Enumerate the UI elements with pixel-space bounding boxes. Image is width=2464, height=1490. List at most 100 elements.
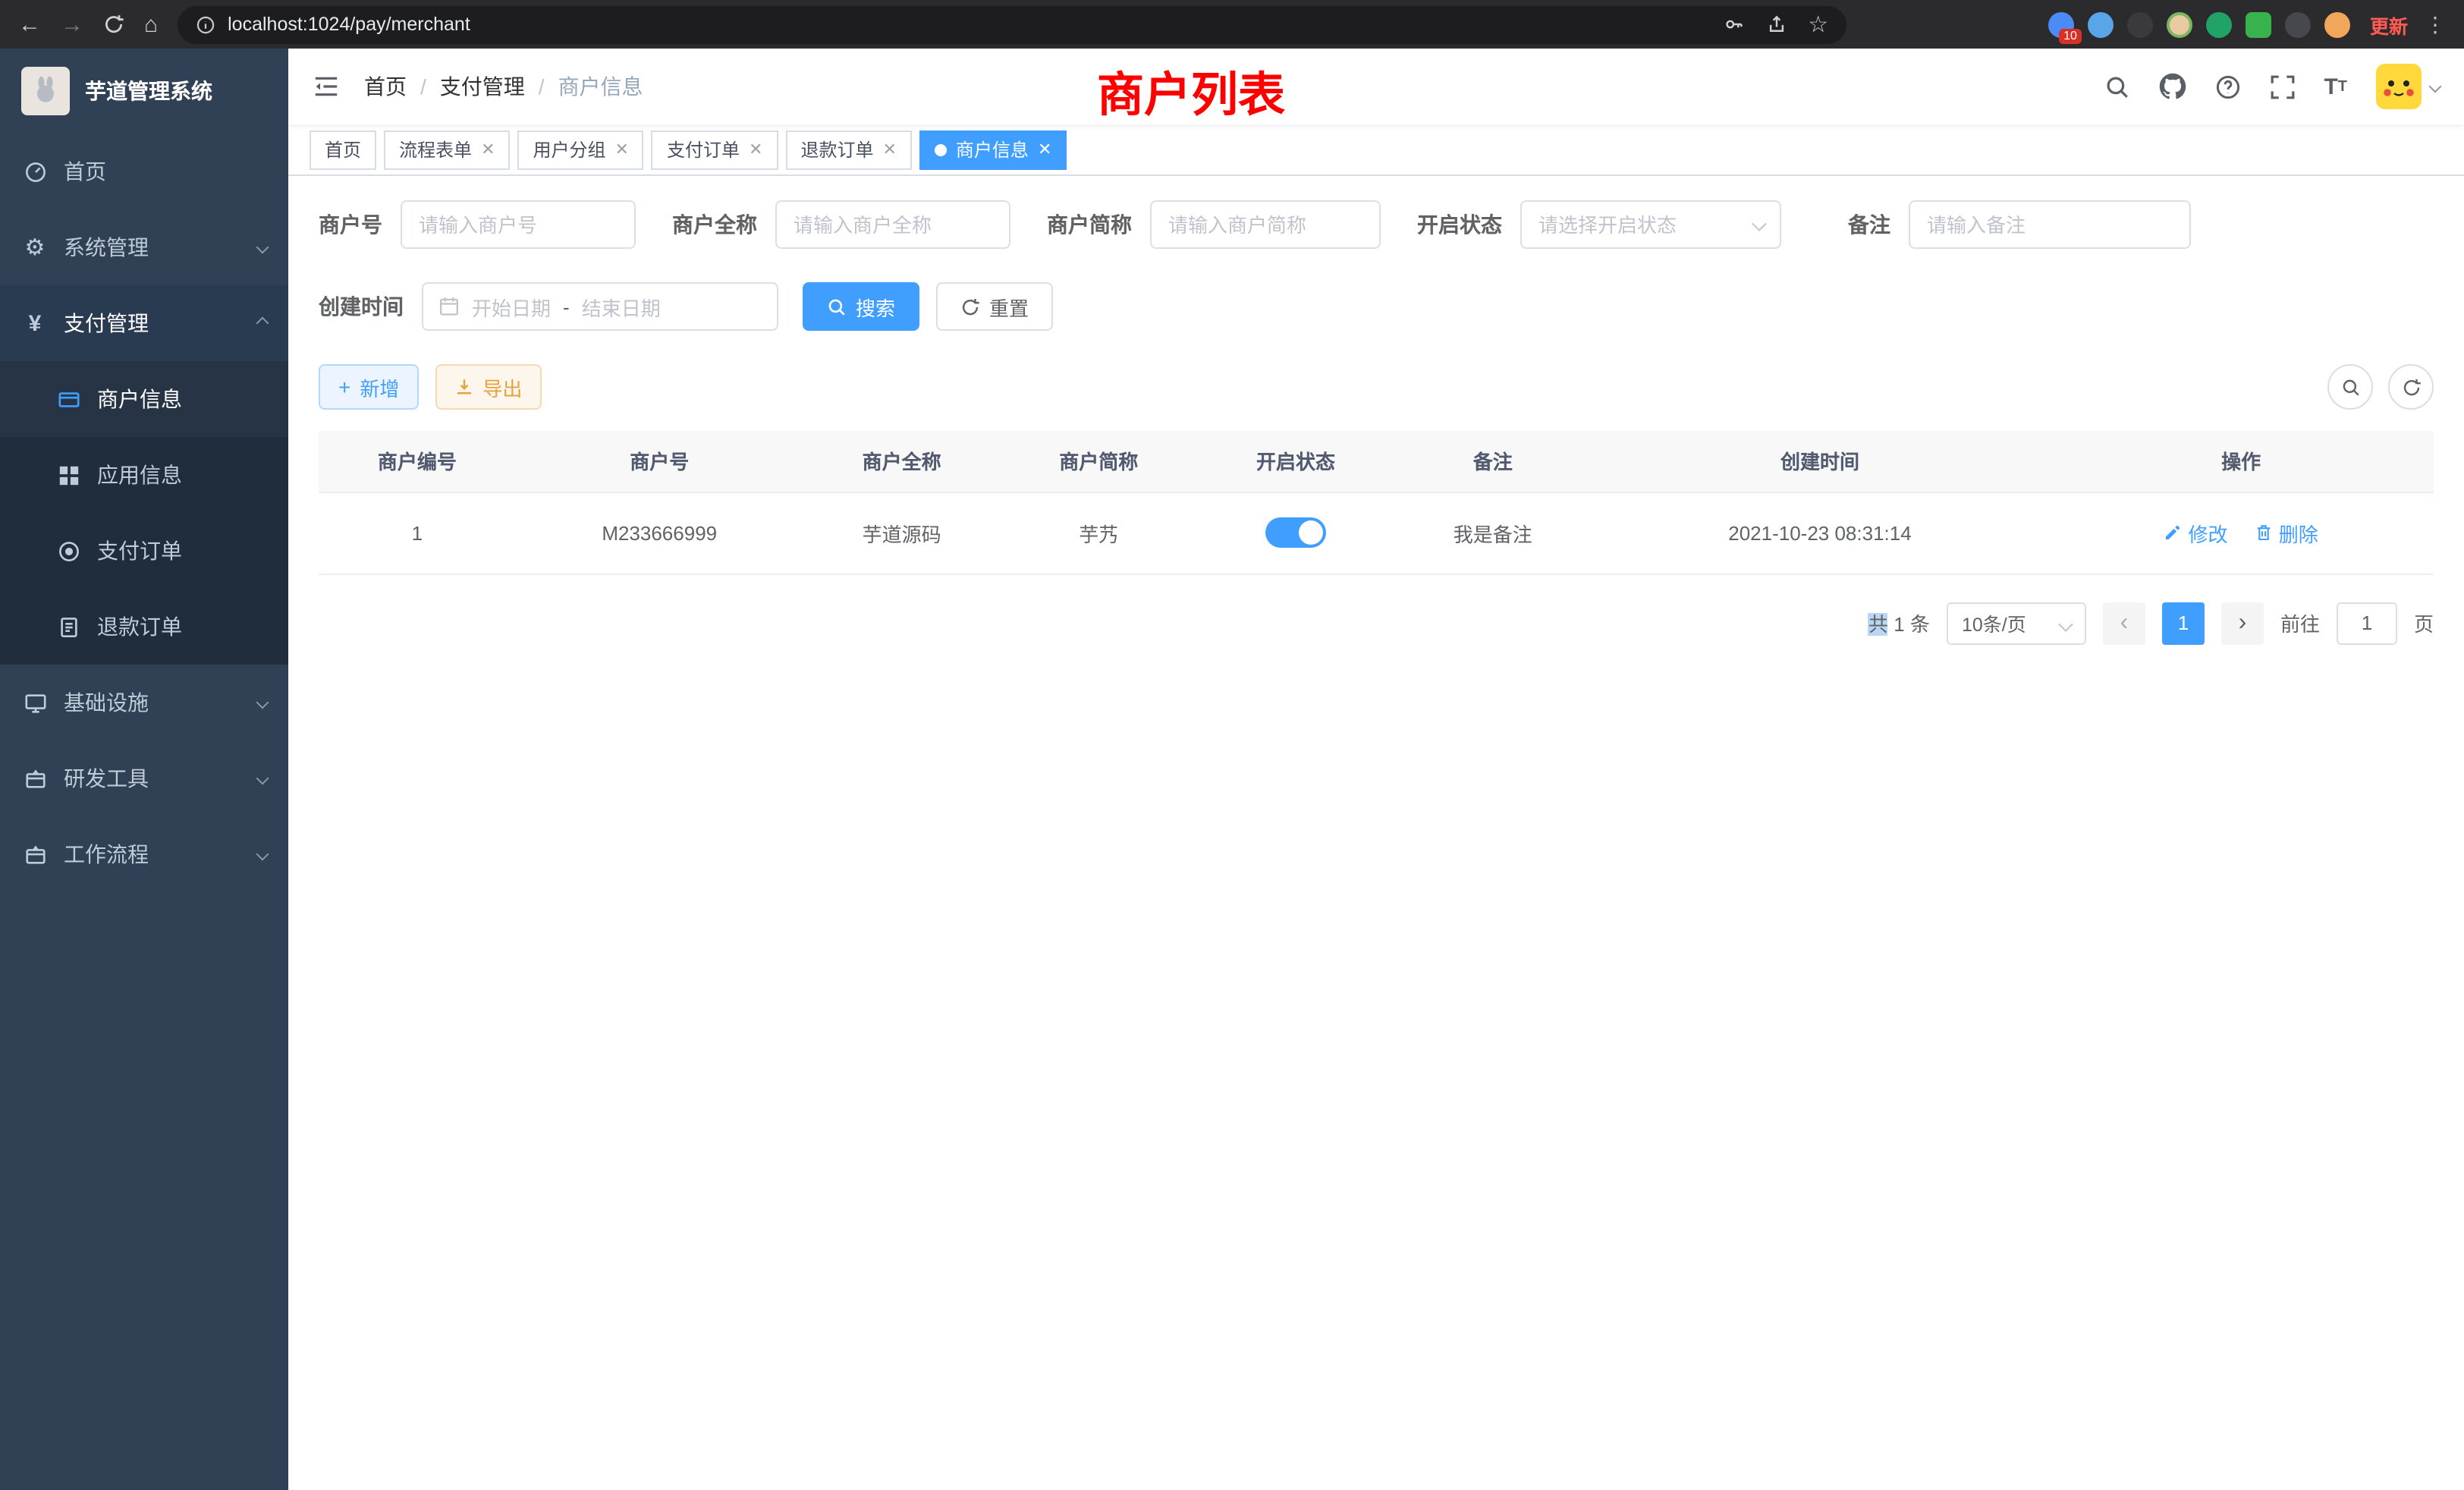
tag-user-group[interactable]: 用户分组 ✕ — [518, 130, 644, 169]
prev-page-button[interactable]: ‹ — [2103, 602, 2145, 644]
app-logo-row[interactable]: 芋道管理系统 — [0, 49, 288, 134]
page-size-select[interactable]: 10条/页 — [1947, 602, 2086, 644]
extension-icon[interactable]: 10 — [2048, 11, 2074, 37]
top-navbar: 首页 / 支付管理 / 商户信息 — [288, 49, 2464, 124]
breadcrumb-payment[interactable]: 支付管理 — [440, 71, 525, 102]
merchant-no-input[interactable] — [401, 200, 636, 249]
full-name-input[interactable] — [775, 200, 1010, 249]
refresh-icon[interactable] — [103, 14, 124, 35]
search-icon[interactable] — [2104, 74, 2129, 99]
toggle-knob — [1299, 520, 1323, 545]
annotation-merchant-list: 商户列表 — [1097, 56, 1285, 124]
viewport: ← → ⌂ localhost:1024/pay/merchant ☆ — [0, 0, 2464, 1490]
hamburger-icon[interactable] — [313, 74, 340, 99]
sidebar-item-workflow[interactable]: 工作流程 — [0, 816, 288, 892]
search-button[interactable]: 搜索 — [803, 282, 919, 331]
sidebar-item-system[interactable]: ⚙ 系统管理 — [0, 209, 288, 285]
profile-avatar[interactable] — [2324, 11, 2350, 37]
password-key-icon[interactable] — [1723, 14, 1744, 35]
extension-icon[interactable] — [2206, 11, 2232, 37]
breadcrumb-merchant: 商户信息 — [558, 71, 643, 102]
status-select-input[interactable] — [1520, 200, 1781, 249]
dashboard-icon — [21, 160, 49, 183]
add-button[interactable]: + 新增 — [319, 364, 419, 410]
sidebar-item-payment[interactable]: ¥ 支付管理 — [0, 285, 288, 361]
grid-icon — [55, 464, 82, 486]
remark-label: 备注 — [1848, 209, 1890, 240]
close-icon[interactable]: ✕ — [615, 140, 629, 159]
next-page-button[interactable]: › — [2221, 602, 2264, 644]
sidebar-item-home[interactable]: 首页 — [0, 134, 288, 209]
tags-view-bar: 首页 流程表单 ✕ 用户分组 ✕ 支付订单 ✕ 退款订单 ✕ — [288, 124, 2464, 176]
sidebar-item-pay-order[interactable]: 支付订单 — [0, 513, 288, 589]
home-icon[interactable]: ⌂ — [144, 13, 158, 36]
sidebar-item-dev-tools[interactable]: 研发工具 — [0, 740, 288, 816]
bookmark-star-icon[interactable]: ☆ — [1808, 13, 1828, 36]
refresh-table-button[interactable] — [2388, 364, 2434, 410]
browser-menu-icon[interactable]: ⋮ — [2425, 11, 2446, 37]
short-name-input[interactable] — [1150, 200, 1381, 249]
extension-icon[interactable] — [2167, 11, 2192, 37]
cell-merchant-id: 1 — [319, 492, 516, 574]
goto-page-input[interactable] — [2337, 602, 2397, 644]
back-icon[interactable]: ← — [18, 13, 41, 36]
page-number-button[interactable]: 1 — [2162, 602, 2205, 644]
plus-icon: + — [338, 376, 350, 398]
calendar-icon — [438, 296, 460, 317]
remark-input[interactable] — [1909, 200, 2191, 249]
reset-button[interactable]: 重置 — [936, 282, 1053, 331]
chevron-down-icon — [256, 772, 269, 785]
sidebar-item-refund-order[interactable]: 退款订单 — [0, 589, 288, 665]
extension-icon[interactable] — [2246, 11, 2271, 37]
close-icon[interactable]: ✕ — [481, 140, 495, 159]
tag-pay-order[interactable]: 支付订单 ✕ — [652, 130, 778, 169]
tag-home[interactable]: 首页 — [310, 130, 376, 169]
create-time-range-picker[interactable]: 开始日期 - 结束日期 — [422, 282, 778, 331]
breadcrumb-home[interactable]: 首页 — [364, 71, 407, 102]
page-content: 商户号 商户全称 商户简称 开启状态 备注 创建时间 — [288, 176, 2464, 1490]
share-icon[interactable] — [1765, 14, 1787, 35]
user-avatar[interactable] — [2376, 64, 2440, 109]
status-select[interactable] — [1520, 200, 1781, 249]
cell-short-name: 芋艿 — [1000, 492, 1197, 574]
export-button[interactable]: 导出 — [435, 364, 542, 410]
extension-icon[interactable] — [2285, 11, 2311, 37]
sidebar-item-merchant-info[interactable]: 商户信息 — [0, 361, 288, 437]
close-icon[interactable]: ✕ — [1038, 140, 1051, 159]
goto-label: 前往 — [2280, 608, 2320, 637]
url-text[interactable]: localhost:1024/pay/merchant — [228, 14, 470, 35]
edit-button[interactable]: 修改 — [2164, 518, 2228, 547]
info-icon[interactable] — [196, 14, 215, 34]
forward-icon[interactable]: → — [61, 13, 83, 36]
extension-icon[interactable] — [2088, 11, 2114, 37]
font-size-icon[interactable]: TT — [2324, 74, 2347, 99]
tag-process-form[interactable]: 流程表单 ✕ — [384, 130, 510, 169]
extensions-cluster: 10 更新 ⋮ — [2048, 10, 2446, 39]
close-icon[interactable]: ✕ — [749, 140, 762, 159]
payment-submenu: 商户信息 应用信息 支付订单 — [0, 361, 288, 665]
sidebar: 芋道管理系统 首页 ⚙ 系统管理 ¥ 支付管理 — [0, 49, 288, 1490]
download-icon — [455, 378, 473, 396]
date-start-placeholder: 开始日期 — [472, 292, 551, 321]
sidebar-item-infrastructure[interactable]: 基础设施 — [0, 665, 288, 740]
table-row: 1 M233666999 芋道源码 芋艿 我是备注 2021-10-23 08:… — [319, 492, 2434, 574]
address-bar[interactable]: localhost:1024/pay/merchant ☆ — [178, 5, 1846, 43]
help-icon[interactable] — [2214, 74, 2240, 99]
github-icon[interactable] — [2158, 73, 2186, 100]
extension-icon[interactable] — [2127, 11, 2153, 37]
toggle-search-button[interactable] — [2327, 364, 2373, 410]
sidebar-item-app-info[interactable]: 应用信息 — [0, 437, 288, 513]
delete-button[interactable]: 删除 — [2255, 518, 2318, 547]
tag-merchant-info[interactable]: 商户信息 ✕ — [919, 130, 1067, 169]
active-dot — [935, 143, 947, 156]
status-toggle[interactable] — [1265, 517, 1326, 548]
chrome-update-button[interactable]: 更新 — [2370, 10, 2408, 39]
tag-refund-order[interactable]: 退款订单 ✕ — [785, 130, 911, 169]
fullscreen-icon[interactable] — [2269, 74, 2295, 99]
chevron-down-icon — [2058, 616, 2073, 631]
extension-badge: 10 — [2059, 28, 2082, 43]
yen-icon: ¥ — [21, 310, 49, 336]
card-icon — [55, 388, 82, 410]
cell-merchant-no: M233666999 — [516, 492, 803, 574]
close-icon[interactable]: ✕ — [882, 140, 896, 159]
